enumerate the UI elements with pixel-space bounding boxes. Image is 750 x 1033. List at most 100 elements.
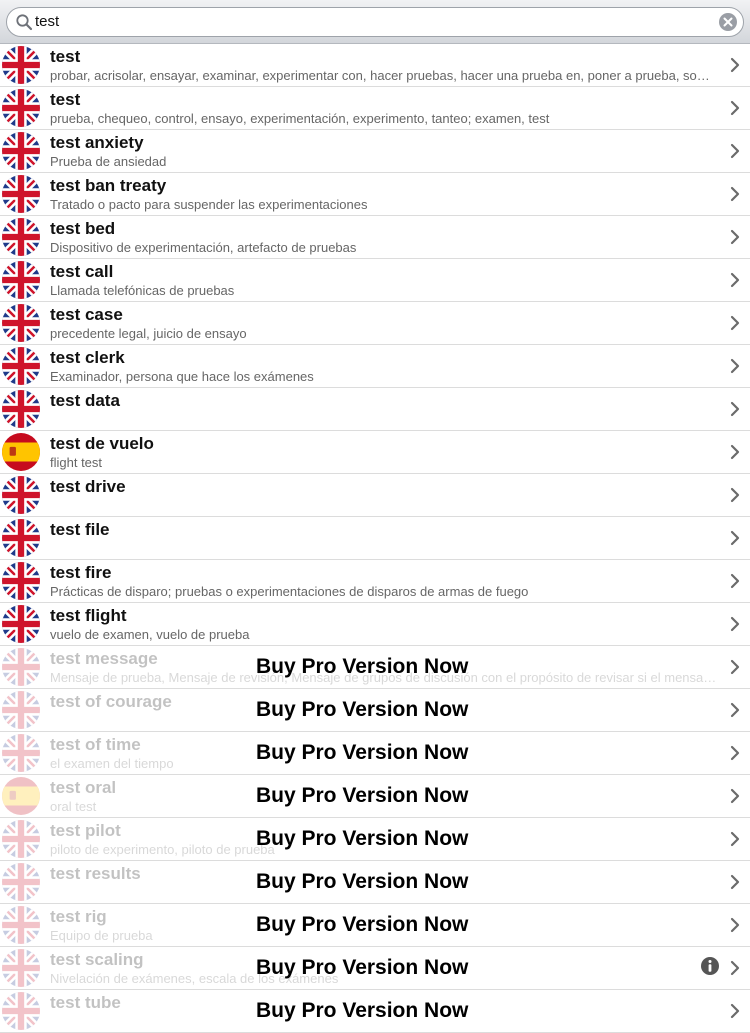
buy-pro-label[interactable]: Buy Pro Version Now — [256, 698, 468, 722]
list-item[interactable]: test oral oral test Buy Pro Version Now — [0, 775, 750, 818]
uk-flag-icon — [2, 304, 40, 342]
list-item[interactable]: test anxiety Prueba de ansiedad — [0, 130, 750, 173]
entry-term: test rig — [50, 907, 107, 926]
uk-flag-icon — [2, 132, 40, 170]
uk-flag-icon — [2, 949, 40, 987]
chevron-right-icon — [730, 745, 740, 761]
buy-pro-label[interactable]: Buy Pro Version Now — [256, 827, 468, 851]
buy-pro-label[interactable]: Buy Pro Version Now — [256, 956, 468, 980]
results-list: test probar, acrisolar, ensayar, examinar… — [0, 44, 750, 1033]
entry-term: test results — [50, 864, 141, 883]
entry-term: test bed — [50, 219, 116, 238]
chevron-right-icon — [730, 143, 740, 159]
entry-meaning: Dispositivo de experimentación, artefact… — [50, 240, 357, 255]
uk-flag-icon — [2, 648, 40, 686]
clear-icon[interactable] — [718, 12, 738, 32]
entry-term: test tube — [50, 993, 121, 1012]
uk-flag-icon — [2, 347, 40, 385]
entry-term: test — [50, 90, 81, 109]
chevron-right-icon — [730, 229, 740, 245]
uk-flag-icon — [2, 46, 40, 84]
list-item[interactable]: test call Llamada telefónicas de pruebas — [0, 259, 750, 302]
chevron-right-icon — [730, 616, 740, 632]
entry-term: test case — [50, 305, 123, 324]
list-item[interactable]: test de vuelo flight test — [0, 431, 750, 474]
spain-flag-icon — [2, 433, 40, 471]
list-item[interactable]: test file — [0, 517, 750, 560]
list-item[interactable]: test rig Equipo de prueba Buy Pro Version … — [0, 904, 750, 947]
entry-meaning: Prácticas de disparo; pruebas o experime… — [50, 584, 529, 599]
entry-term: test file — [50, 520, 110, 539]
list-item[interactable]: test scaling Nivelación de exámenes, esca… — [0, 947, 750, 990]
list-item[interactable]: test ban treaty Tratado o pacto para susp… — [0, 173, 750, 216]
uk-flag-icon — [2, 734, 40, 772]
chevron-right-icon — [730, 487, 740, 503]
buy-pro-label[interactable]: Buy Pro Version Now — [256, 870, 468, 894]
uk-flag-icon — [2, 605, 40, 643]
list-item[interactable]: test drive — [0, 474, 750, 517]
buy-pro-label[interactable]: Buy Pro Version Now — [256, 741, 468, 765]
entry-term: test clerk — [50, 348, 125, 367]
uk-flag-icon — [2, 519, 40, 557]
buy-pro-label[interactable]: Buy Pro Version Now — [256, 999, 468, 1023]
entry-meaning: Prueba de ansiedad — [50, 154, 167, 169]
list-item[interactable]: test bed Dispositivo de experimentación, … — [0, 216, 750, 259]
list-item[interactable]: test results Buy Pro Version Now — [0, 861, 750, 904]
chevron-right-icon — [730, 57, 740, 73]
list-item[interactable]: test probar, acrisolar, ensayar, examinar… — [0, 44, 750, 87]
chevron-right-icon — [730, 358, 740, 374]
uk-flag-icon — [2, 218, 40, 256]
uk-flag-icon — [2, 863, 40, 901]
entry-term: test flight — [50, 606, 127, 625]
entry-term: test call — [50, 262, 114, 281]
list-item[interactable]: test data — [0, 388, 750, 431]
entry-term: test pilot — [50, 821, 121, 840]
entry-term: test de vuelo — [50, 434, 154, 453]
list-item[interactable]: test pilot piloto de experimento, piloto … — [0, 818, 750, 861]
list-item[interactable]: test of time el examen del tiempo Buy Pro … — [0, 732, 750, 775]
uk-flag-icon — [2, 175, 40, 213]
entry-meaning: Llamada telefónicas de pruebas — [50, 283, 235, 298]
entry-meaning: vuelo de examen, vuelo de prueba — [50, 627, 250, 642]
uk-flag-icon — [2, 89, 40, 127]
buy-pro-label[interactable]: Buy Pro Version Now — [256, 913, 468, 937]
list-item[interactable]: test case precedente legal, juicio de ens… — [0, 302, 750, 345]
list-item[interactable]: test flight vuelo de examen, vuelo de pru… — [0, 603, 750, 646]
list-item[interactable]: test of courage Buy Pro Version Now — [0, 689, 750, 732]
chevron-right-icon — [730, 874, 740, 890]
uk-flag-icon — [2, 906, 40, 944]
uk-flag-icon — [2, 476, 40, 514]
info-icon[interactable] — [700, 956, 720, 976]
chevron-right-icon — [730, 186, 740, 202]
chevron-right-icon — [730, 831, 740, 847]
list-item[interactable]: test prueba, chequeo, control, ensayo, ex… — [0, 87, 750, 130]
entry-term: test scaling — [50, 950, 144, 969]
list-item[interactable]: test tube Buy Pro Version Now — [0, 990, 750, 1033]
chevron-right-icon — [730, 917, 740, 933]
uk-flag-icon — [2, 820, 40, 858]
entry-term: test anxiety — [50, 133, 144, 152]
chevron-right-icon — [730, 315, 740, 331]
search-icon — [16, 14, 33, 31]
chevron-right-icon — [730, 659, 740, 675]
chevron-right-icon — [730, 100, 740, 116]
entry-meaning: Tratado o pacto para suspender las exper… — [50, 197, 368, 212]
entry-meaning: precedente legal, juicio de ensayo — [50, 326, 247, 341]
entry-term: test fire — [50, 563, 112, 582]
search-input[interactable]: test — [35, 13, 59, 30]
entry-meaning: Examinador, persona que hace los exámene… — [50, 369, 314, 384]
search-field[interactable]: test — [6, 7, 744, 37]
uk-flag-icon — [2, 261, 40, 299]
entry-term: test data — [50, 391, 120, 410]
list-item[interactable]: test clerk Examinador, persona que hace l… — [0, 345, 750, 388]
entry-term: test — [50, 47, 81, 66]
chevron-right-icon — [730, 444, 740, 460]
chevron-right-icon — [730, 702, 740, 718]
list-item[interactable]: test fire Prácticas de disparo; pruebas o… — [0, 560, 750, 603]
buy-pro-label[interactable]: Buy Pro Version Now — [256, 784, 468, 808]
buy-pro-label[interactable]: Buy Pro Version Now — [256, 655, 468, 679]
entry-meaning: flight test — [50, 455, 103, 470]
list-item[interactable]: test message Mensaje de prueba, Mensaje d… — [0, 646, 750, 689]
search-bar: test — [0, 0, 750, 44]
entry-term: test message — [50, 649, 158, 668]
